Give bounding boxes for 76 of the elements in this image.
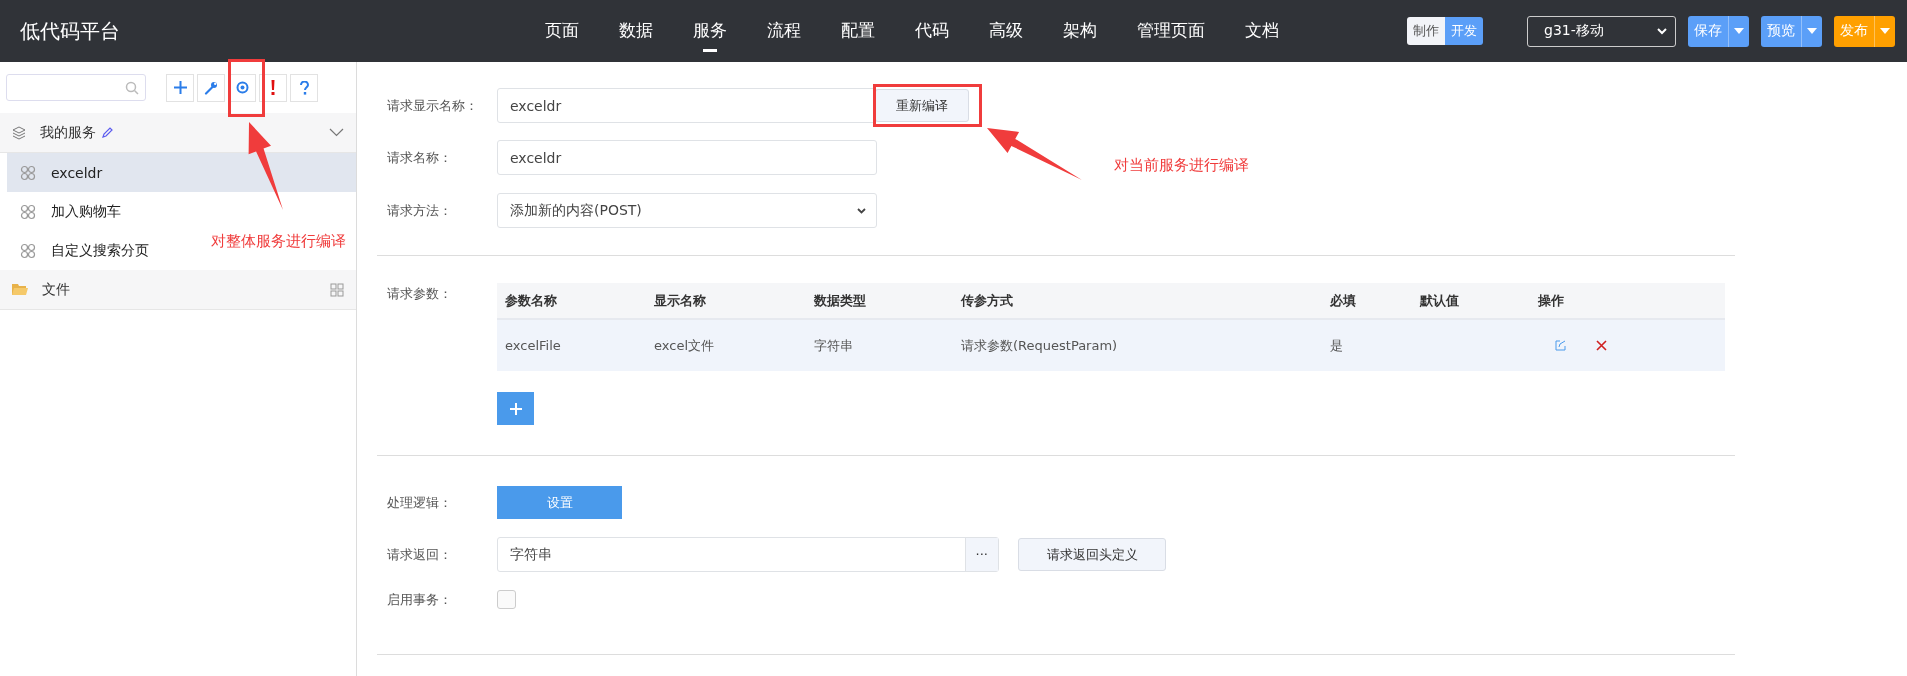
wrench-icon — [204, 80, 218, 95]
input-field[interactable]: 字符串 ··· — [497, 537, 999, 572]
help-button[interactable] — [290, 73, 318, 102]
exclamation-icon — [271, 80, 275, 95]
column-header: 数据类型 — [814, 291, 867, 310]
table-cell-text: excelFile — [505, 338, 562, 353]
delete-icon[interactable] — [1596, 340, 1607, 351]
column-header: 参数名称 — [505, 291, 558, 310]
table-cell-text: 是 — [1330, 336, 1344, 355]
folder-icon — [12, 283, 28, 296]
column-header: 操作 — [1538, 291, 1565, 310]
field-label: 请求显示名称： — [387, 96, 479, 115]
project-select[interactable]: g31-移动 — [1527, 15, 1676, 47]
caret-icon — [1734, 28, 1744, 34]
service-item[interactable]: 加入购物车 — [7, 192, 141, 231]
question-icon — [299, 80, 309, 95]
annotation-text: 对当前服务进行编译 — [1114, 156, 1249, 175]
field-label: 启用事务： — [387, 590, 453, 609]
nav-tab[interactable]: 文档 — [1245, 10, 1279, 52]
plus-icon — [173, 81, 187, 94]
add-button[interactable] — [166, 73, 194, 102]
recompile-button[interactable]: 重新编译 — [875, 89, 969, 122]
input-field[interactable]: exceldr — [497, 140, 877, 175]
chevron-down-icon — [1657, 27, 1667, 35]
clover-icon — [20, 242, 36, 259]
add-param-button[interactable] — [497, 392, 534, 425]
field-label: 请求参数： — [387, 285, 453, 303]
column-header: 必填 — [1330, 291, 1357, 310]
table-cell-text: 字符串 — [814, 336, 854, 355]
highlight-frame — [228, 59, 265, 117]
settings-button[interactable] — [197, 73, 225, 102]
checkbox[interactable] — [497, 590, 516, 609]
field-label: 处理逻辑： — [387, 493, 453, 512]
clover-icon — [20, 164, 36, 181]
nav-tab[interactable]: 架构 — [1063, 10, 1097, 52]
nav-tab[interactable]: 页面 — [545, 10, 579, 52]
search-icon — [125, 80, 139, 95]
column-header: 传参方式 — [961, 291, 1014, 310]
grid-icon — [330, 282, 344, 297]
plus-icon — [509, 402, 522, 415]
service-item[interactable]: 自定义搜索分页 — [7, 231, 169, 270]
mode-toggle-option[interactable]: 制作 — [1407, 17, 1445, 45]
layers-icon — [12, 125, 26, 140]
column-header: 显示名称 — [654, 291, 707, 310]
nav-tab[interactable]: 流程 — [767, 10, 801, 52]
edit-icon[interactable] — [1555, 340, 1566, 351]
section-header[interactable]: 我的服务 — [0, 113, 356, 153]
chevron-down-icon — [329, 128, 344, 137]
pencil-icon — [102, 127, 113, 138]
field-label: 请求方法： — [387, 201, 453, 220]
nav-tab[interactable]: 管理页面 — [1137, 10, 1205, 52]
field-label: 请求名称： — [387, 148, 453, 167]
response-header-button[interactable]: 请求返回头定义 — [1018, 538, 1166, 571]
caret-icon — [1807, 28, 1817, 34]
nav-tab[interactable]: 代码 — [915, 10, 949, 52]
field-label: 请求返回： — [387, 545, 453, 564]
warning-button[interactable] — [259, 73, 287, 102]
section-header[interactable]: 文件 — [0, 270, 356, 310]
column-header: 默认值 — [1420, 291, 1460, 310]
more-button[interactable]: ··· — [964, 538, 998, 571]
annotation-text: 对整体服务进行编译 — [211, 232, 346, 251]
clover-icon — [20, 203, 36, 220]
table-cell-text: excel文件 — [654, 336, 715, 355]
service-item[interactable]: exceldr — [7, 153, 356, 192]
app-title: 低代码平台 — [19, 17, 121, 45]
method-select[interactable]: 添加新的内容(POST) — [497, 193, 877, 228]
caret-icon — [1880, 28, 1890, 34]
table-cell-text: 请求参数(RequestParam) — [961, 336, 1119, 355]
nav-tab[interactable]: 数据 — [619, 10, 653, 52]
target-icon — [235, 81, 249, 94]
section-title: 我的服务 — [40, 123, 96, 142]
nav-tab[interactable]: 高级 — [989, 10, 1023, 52]
search-field[interactable] — [6, 74, 146, 101]
section-title: 文件 — [42, 280, 70, 299]
nav-tab[interactable]: 配置 — [841, 10, 875, 52]
chevron-down-icon — [857, 207, 866, 214]
